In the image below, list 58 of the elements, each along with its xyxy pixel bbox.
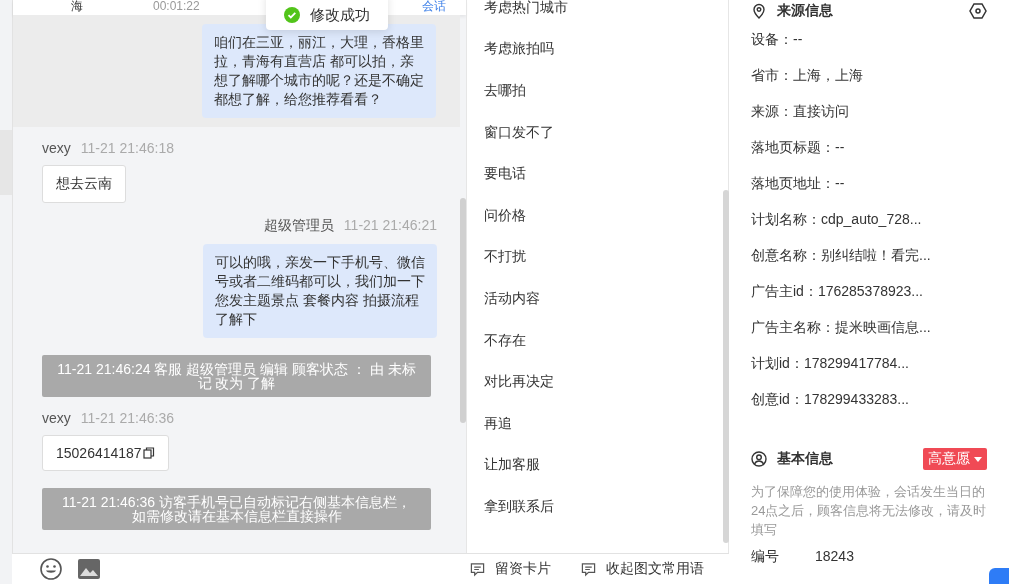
info-field: 落地页地址：-- <box>751 166 1009 202</box>
collapse-phrases-button[interactable]: 收起图文常用语 <box>581 560 704 578</box>
info-field: 设备：-- <box>751 22 1009 58</box>
message-icon <box>470 561 485 577</box>
quick-phrase[interactable]: 活动内容 <box>484 278 714 320</box>
info-field: 创意id：178299433283... <box>751 382 1009 418</box>
section-title: 基本信息 <box>777 450 834 468</box>
section-title: 来源信息 <box>777 2 834 20</box>
message-text: 15026414187 <box>56 445 142 461</box>
lead-card-button[interactable]: 留资卡片 <box>470 560 551 578</box>
info-field: 计划名称：cdp_auto_728... <box>751 202 1009 238</box>
message-text: 想去云南 <box>56 175 112 193</box>
emoji-icon[interactable] <box>40 558 62 580</box>
sender-name: vexy <box>42 410 71 426</box>
system-notice: 11-21 21:46:24 客服 超级管理员 编辑 顾客状态 ： 由 未标记 改为 了解 <box>42 355 431 397</box>
quick-phrase[interactable]: 去哪拍 <box>484 70 714 112</box>
intent-dropdown[interactable]: 高意愿 <box>923 448 987 470</box>
sender-name: 超级管理员 <box>263 217 334 235</box>
system-notice: 11-21 21:46:36 访客手机号已自动标记右侧基本信息栏，如需修改请在基本信息栏直接操作 <box>42 488 431 530</box>
message-time: 11-21 21:46:18 <box>80 140 174 156</box>
caret-icon <box>974 456 982 462</box>
field-value: 18243 <box>815 548 854 566</box>
quick-phrase[interactable]: 窗口发不了 <box>484 111 714 154</box>
quick-phrase[interactable]: 考虑热门城市 <box>484 0 714 29</box>
info-field: 落地页标题：-- <box>751 130 1009 166</box>
message-bubble: 可以的哦，亲发一下手机号、微信号或者二维码都可以，我们加一下您发主题景点 套餐内容 拍摄流程了解下 <box>203 244 437 338</box>
copy-icon[interactable] <box>142 447 155 459</box>
quick-phrase[interactable]: 对比再决定 <box>484 361 714 403</box>
quick-phrase[interactable]: 拿到联系后 <box>484 486 714 528</box>
quick-phrase[interactable]: 问价格 <box>484 194 714 237</box>
quick-phrase[interactable]: 不打扰 <box>484 236 714 279</box>
image-icon[interactable] <box>78 559 100 579</box>
info-field: 创意名称：别纠结啦！看完... <box>751 238 1009 274</box>
field-label: 编号 <box>751 548 780 566</box>
quick-phrase[interactable]: 要电话 <box>484 153 714 195</box>
quick-phrase[interactable]: 再追 <box>484 402 714 445</box>
notice-text: 为了保障您的使用体验，会话发生当日的24点之后，顾客信息将无法修改，请及时填写 <box>751 483 988 539</box>
check-circle-icon <box>284 7 300 23</box>
message-time: 11-21 21:46:36 <box>80 410 174 426</box>
session-city: 海 <box>71 0 83 13</box>
quick-phrase[interactable]: 不存在 <box>484 319 714 362</box>
sender-name: vexy <box>42 140 71 156</box>
message-time: 11-21 21:46:21 <box>343 217 437 235</box>
settings-icon[interactable] <box>969 2 987 20</box>
message-bubble: 咱们在三亚，丽江，大理，香格里拉，青海有直营店 都可以拍，亲想了解哪个城市的呢？还是不确定都想了解，给您推荐看看？ <box>202 24 436 118</box>
info-field: 广告主id：176285378923... <box>751 274 1009 310</box>
user-circle-icon <box>751 451 767 467</box>
session-link[interactable]: 会话 <box>421 0 446 13</box>
quick-phrase[interactable]: 让加客服 <box>484 444 714 487</box>
info-field: 省市：上海，上海 <box>751 58 1009 94</box>
session-duration: 00:01:22 <box>153 0 200 13</box>
toast-text: 修改成功 <box>310 5 370 25</box>
message-icon <box>581 561 596 577</box>
location-pin-icon <box>751 3 767 19</box>
quick-phrase[interactable]: 考虑旅拍吗 <box>484 28 714 71</box>
info-field: 来源：直接访问 <box>751 94 1009 130</box>
info-field: 广告主名称：提米映画信息... <box>751 310 1009 346</box>
info-field: 计划id：178299417784... <box>751 346 1009 382</box>
